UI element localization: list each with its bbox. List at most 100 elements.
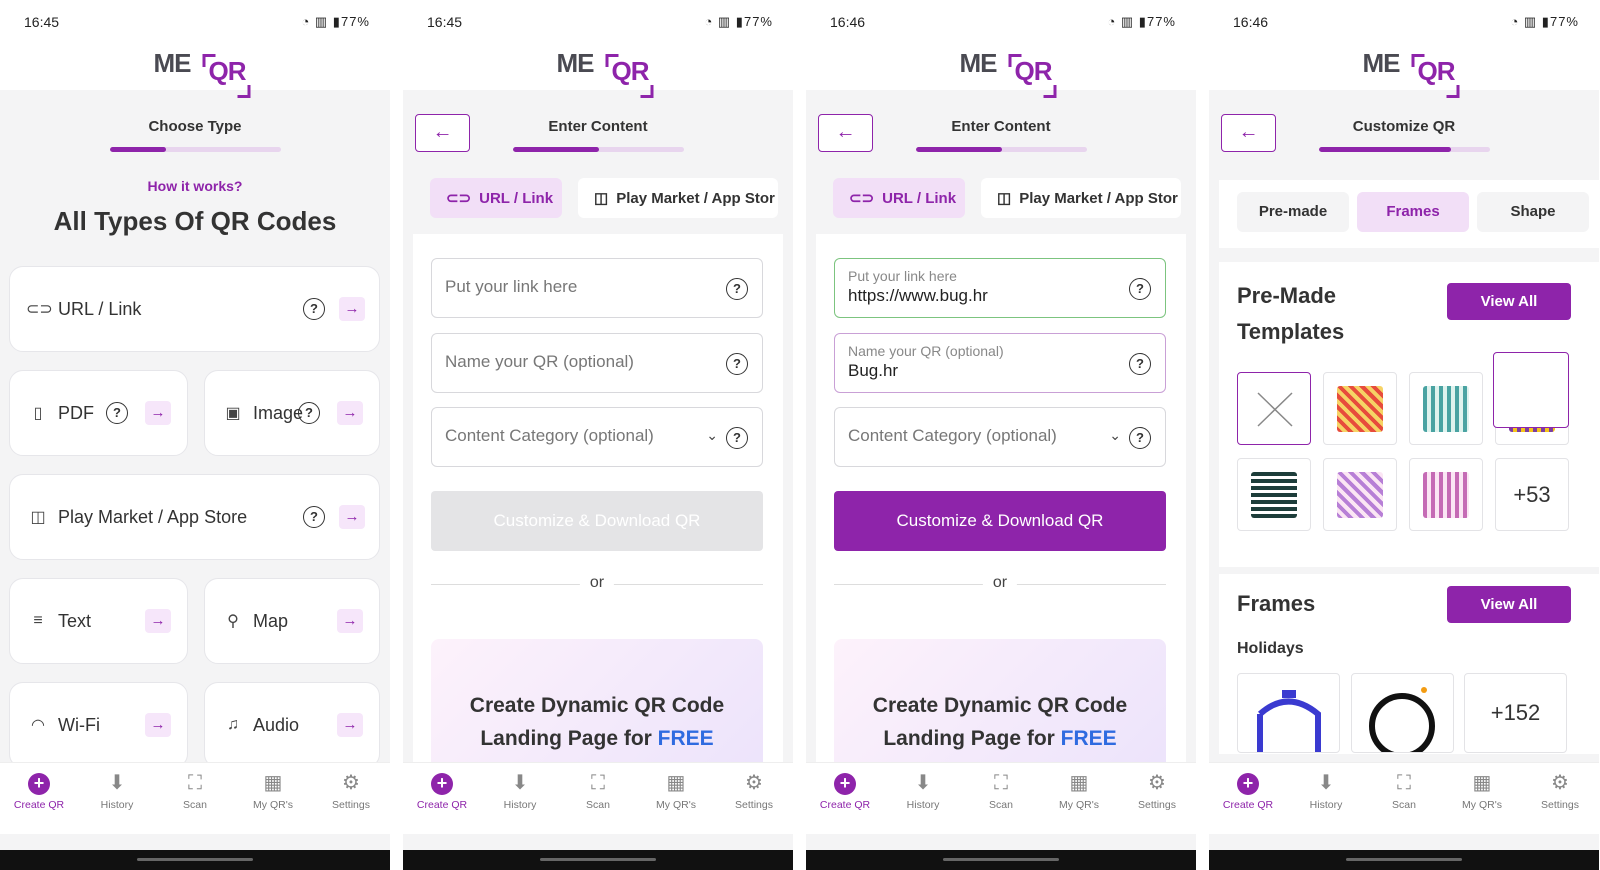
type-card-audio[interactable]: ♫ Audio → — [204, 682, 380, 768]
arrow-right-icon[interactable]: → — [339, 505, 365, 529]
nav-create-qr[interactable]: + Create QR — [1209, 763, 1287, 834]
customize-download-button[interactable]: Customize & Download QR — [834, 491, 1166, 551]
help-icon[interactable]: ? — [1129, 427, 1151, 449]
type-label: PDF — [58, 402, 94, 423]
screen-enter-content-filled: 16:46 ◔ ▥ ▮77% ME QR ← Enter Content ⊂⊃ UR… — [806, 0, 1196, 870]
nav-my-qrs[interactable]: ▦ My QR's — [637, 763, 715, 834]
promo-banner[interactable]: Create Dynamic QR Code Landing Page for … — [834, 639, 1166, 779]
type-card-image[interactable]: ▣ Image ? → — [204, 370, 380, 456]
battery-level: 77% — [1146, 14, 1176, 29]
promo-banner[interactable]: Create Dynamic QR Code Landing Page for … — [431, 639, 763, 779]
nav-history[interactable]: ⬇ History — [1287, 763, 1365, 834]
type-card-url[interactable]: ⊂⊃ URL / Link ? → — [9, 266, 380, 352]
nav-my-qrs[interactable]: ▦ My QR's — [1040, 763, 1118, 834]
scan-icon: ⛶ — [994, 772, 1008, 794]
qr-name-input[interactable]: Name your QR (optional)? — [431, 333, 763, 393]
help-icon[interactable]: ? — [298, 402, 320, 424]
qr-name-input[interactable]: Name your QR (optional) Bug.hr? — [834, 333, 1166, 393]
template-none[interactable] — [1237, 372, 1311, 445]
arrow-right-icon[interactable]: → — [337, 609, 363, 633]
section-title: Frames — [1237, 591, 1316, 616]
type-card-text[interactable]: ≡ Text → — [9, 578, 188, 664]
arrow-right-icon[interactable]: → — [337, 401, 363, 425]
nav-create-qr[interactable]: + Create QR — [0, 763, 78, 834]
help-icon[interactable]: ? — [303, 298, 325, 320]
gesture-bar — [0, 850, 390, 870]
template-thumbnail[interactable] — [1323, 372, 1397, 445]
nav-history[interactable]: ⬇ History — [481, 763, 559, 834]
nav-settings[interactable]: ⚙ Settings — [1521, 763, 1599, 834]
status-bar: 16:46 ◔ ▥ ▮77% — [1209, 0, 1599, 32]
nav-settings[interactable]: ⚙ Settings — [312, 763, 390, 834]
view-all-templates-button[interactable]: View All — [1447, 283, 1571, 320]
customize-download-button[interactable]: Customize & Download QR — [431, 491, 763, 551]
type-card-wifi[interactable]: ◠ Wi-Fi → — [9, 682, 188, 768]
app-icon: ◫ — [594, 190, 609, 207]
nav-scan[interactable]: ⛶ Scan — [156, 763, 234, 834]
help-icon[interactable]: ? — [303, 506, 325, 528]
step-progress — [1319, 147, 1490, 152]
pdf-icon: ▯ — [33, 405, 43, 422]
tab-pre-made[interactable]: Pre-made — [1237, 192, 1349, 232]
plus-icon: + — [431, 773, 453, 795]
template-thumbnail[interactable] — [1409, 372, 1483, 445]
help-icon[interactable]: ? — [1129, 353, 1151, 375]
nav-scan[interactable]: ⛶ Scan — [559, 763, 637, 834]
scan-icon: ⛶ — [591, 772, 605, 794]
step-progress — [916, 147, 1087, 152]
frame-thumbnail[interactable] — [1351, 673, 1454, 753]
nav-history[interactable]: ⬇ History — [884, 763, 962, 834]
view-all-frames-button[interactable]: View All — [1447, 586, 1571, 623]
chip-url-link[interactable]: ⊂⊃ URL / Link — [833, 178, 965, 218]
scan-icon: ⛶ — [1397, 772, 1411, 794]
template-thumbnail[interactable] — [1409, 458, 1483, 531]
help-icon[interactable]: ? — [1129, 278, 1151, 300]
link-input[interactable]: Put your link here? — [431, 258, 763, 318]
nav-history[interactable]: ⬇ History — [78, 763, 156, 834]
selected-template-overlay — [1493, 352, 1569, 428]
arrow-right-icon[interactable]: → — [337, 713, 363, 737]
help-icon[interactable]: ? — [726, 353, 748, 375]
nav-settings[interactable]: ⚙ Settings — [1118, 763, 1196, 834]
app-header: ME QR — [0, 32, 390, 98]
help-icon[interactable]: ? — [726, 278, 748, 300]
meqr-logo: ME QR — [154, 40, 251, 98]
tab-frames[interactable]: Frames — [1357, 192, 1469, 232]
nav-scan[interactable]: ⛶ Scan — [962, 763, 1040, 834]
status-time: 16:45 — [24, 14, 60, 30]
template-thumbnail[interactable] — [1237, 458, 1311, 531]
chip-url-link[interactable]: ⊂⊃ URL / Link — [430, 178, 562, 218]
chip-play-market[interactable]: ◫ Play Market / App Stor — [981, 178, 1181, 218]
screen-enter-content-empty: 16:45 ◔ ▥ ▮77% ME QR ← Enter Content ⊂⊃ UR… — [403, 0, 793, 870]
meqr-logo: ME QR — [960, 40, 1057, 98]
type-card-map[interactable]: ⚲ Map → — [204, 578, 380, 664]
nav-scan[interactable]: ⛶ Scan — [1365, 763, 1443, 834]
type-card-play-market[interactable]: ◫ Play Market / App Store ? → — [9, 474, 380, 560]
more-frames[interactable]: +152 — [1464, 673, 1567, 753]
help-icon[interactable]: ? — [106, 402, 128, 424]
chip-play-market[interactable]: ◫ Play Market / App Stor — [578, 178, 778, 218]
nav-create-qr[interactable]: + Create QR — [806, 763, 884, 834]
status-icons: ◔ ▥ ▮77% — [1510, 14, 1579, 29]
arrow-right-icon[interactable]: → — [339, 297, 365, 321]
nav-create-qr[interactable]: + Create QR — [403, 763, 481, 834]
link-input[interactable]: Put your link here https://www.bug.hr? — [834, 258, 1166, 318]
content-category-select[interactable]: Content Category (optional) ⌄? — [834, 407, 1166, 467]
arrow-right-icon[interactable]: → — [145, 609, 171, 633]
help-icon[interactable]: ? — [726, 427, 748, 449]
nav-my-qrs[interactable]: ▦ My QR's — [1443, 763, 1521, 834]
frame-thumbnail[interactable] — [1237, 673, 1340, 753]
cat-frame-icon — [1257, 690, 1321, 752]
content-category-select[interactable]: Content Category (optional) ⌄? — [431, 407, 763, 467]
more-templates[interactable]: +53 — [1495, 458, 1569, 531]
type-card-pdf[interactable]: ▯ PDF ? → — [9, 370, 188, 456]
screen-customize-qr: 16:46 ◔ ▥ ▮77% ME QR ← Customize QR Pre-m… — [1209, 0, 1599, 870]
arrow-right-icon[interactable]: → — [145, 401, 171, 425]
nav-my-qrs[interactable]: ▦ My QR's — [234, 763, 312, 834]
screen-choose-type: 16:45 ◔ ▥ ▮77% ME QR Choose Type How it w… — [0, 0, 390, 870]
how-it-works-link[interactable]: How it works? — [0, 178, 390, 194]
nav-settings[interactable]: ⚙ Settings — [715, 763, 793, 834]
template-thumbnail[interactable] — [1323, 458, 1397, 531]
tab-shape[interactable]: Shape — [1477, 192, 1589, 232]
arrow-right-icon[interactable]: → — [145, 713, 171, 737]
